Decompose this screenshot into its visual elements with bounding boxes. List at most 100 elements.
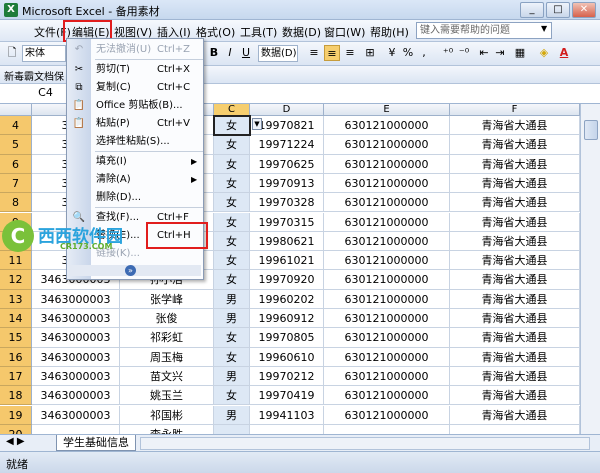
cell-c[interactable]: 女 [214,251,250,271]
cell-e[interactable]: 630121000000 [324,173,450,194]
menu-window[interactable]: 窗口(W) [324,24,365,40]
cell-c[interactable]: 女 [214,347,250,367]
comma-button[interactable]: , [416,45,432,61]
column-header-f[interactable]: F [450,104,580,116]
cell-e[interactable]: 630121000000 [324,289,450,309]
cell-c[interactable]: 女 [214,386,250,406]
cell-f[interactable]: 青海省大通县 [450,193,580,213]
cell-d[interactable]: 19970805 [250,328,324,348]
menu-tools[interactable]: 工具(T) [240,24,277,40]
column-header-e[interactable]: E [324,104,450,116]
row-header[interactable]: 20 [0,424,32,434]
horizontal-scrollbar[interactable] [140,437,590,450]
cell-e[interactable]: 630121000000 [324,328,450,348]
cell-f[interactable]: 青海省大通县 [450,173,580,194]
cell-c[interactable]: 男 [214,309,250,329]
align-left-icon[interactable]: ≡ [306,45,322,61]
italic-button[interactable]: I [222,45,238,61]
menu-item-clear[interactable]: 清除(A) ▶ [67,171,203,189]
align-right-icon[interactable]: ≡ [342,45,358,61]
cell-c[interactable]: 女 [214,212,250,232]
help-search-input[interactable]: 键入需要帮助的问题 [416,22,552,39]
new-doc-icon[interactable]: 🗋 [4,45,20,61]
cell-c[interactable]: 女 [214,231,250,252]
row-header[interactable]: 14 [0,309,32,329]
cell-b[interactable]: 李永胜 [120,424,214,434]
align-center-icon[interactable]: ≡ [324,45,340,61]
cell-e[interactable]: 630121000000 [324,251,450,271]
cell-f[interactable]: 青海省大通县 [450,231,580,252]
row-header[interactable]: 7 [0,173,32,194]
cell-c[interactable]: 男 [214,366,250,387]
cell-d[interactable] [250,424,324,434]
currency-icon[interactable]: ¥ [384,45,400,61]
cell-a[interactable]: 3463000003 [32,405,120,425]
cell-f[interactable]: 青海省大通县 [450,386,580,406]
cell-e[interactable]: 630121000000 [324,231,450,252]
menu-item-copy[interactable]: ⧉ 复制(C) Ctrl+C [67,79,203,97]
minimize-button[interactable]: _ [520,2,544,18]
menu-item-undo[interactable]: ↶ 无法撤消(U) Ctrl+Z [67,41,203,59]
cell-b[interactable]: 周玉梅 [120,347,214,367]
cell-d[interactable]: 19941103 [250,405,324,425]
cell-b[interactable]: 张学峰 [120,289,214,309]
cell-a[interactable]: 3463000003 [32,309,120,329]
row-header[interactable]: 4 [0,116,32,136]
sheet-nav-arrows[interactable]: ◀ ▶ [6,436,25,447]
cell-d[interactable]: 19971224 [250,135,324,155]
row-header[interactable]: 18 [0,386,32,406]
cell-e[interactable]: 630121000000 [324,405,450,425]
indent-icon[interactable]: ⇤ [476,45,492,61]
cell-e[interactable]: 630121000000 [324,116,450,136]
cell-d[interactable]: 19970212 [250,366,324,387]
cell-e[interactable]: 630121000000 [324,193,450,213]
row-header[interactable]: 13 [0,289,32,309]
row-header[interactable]: 12 [0,270,32,290]
cell-c[interactable] [214,424,250,434]
cell-f[interactable]: 青海省大通县 [450,251,580,271]
cell-c[interactable]: 女 [214,328,250,348]
menu-data[interactable]: 数据(D) [282,24,321,40]
row-header[interactable]: 19 [0,405,32,425]
increase-decimal-icon[interactable]: ⁺⁰ [440,45,456,61]
outdent-icon[interactable]: ⇥ [492,45,508,61]
cell-a[interactable]: 3463000003 [32,347,120,367]
merge-center-icon[interactable]: ⊞ [362,45,378,61]
cell-e[interactable]: 630121000000 [324,270,450,290]
cell-d[interactable]: 19961021 [250,251,324,271]
cell-e[interactable] [324,424,450,434]
cell-d[interactable]: 19960202 [250,289,324,309]
cell-f[interactable]: 青海省大通县 [450,135,580,155]
row-header[interactable]: 17 [0,366,32,387]
cell-f[interactable]: 青海省大通县 [450,270,580,290]
row-header[interactable]: 6 [0,154,32,174]
bold-button[interactable]: B [206,45,222,61]
row-header[interactable]: 15 [0,328,32,348]
column-header-d[interactable]: D [250,104,324,116]
cell-d[interactable]: 19970625 [250,154,324,174]
menu-item-cut[interactable]: ✂ 剪切(T) Ctrl+X [67,61,203,79]
expand-chevrons-icon[interactable]: » [125,265,136,276]
cell-f[interactable]: 青海省大通县 [450,289,580,309]
cell-f[interactable]: 青海省大通县 [450,328,580,348]
cell-c[interactable]: 女 [214,135,250,155]
select-all-corner[interactable] [0,104,32,116]
vertical-scrollbar[interactable] [580,104,600,434]
sheet-tab-student-info[interactable]: 学生基础信息 [56,435,136,451]
menu-item-paste-special[interactable]: 选择性粘贴(S)... [67,133,203,151]
menu-item-office-clipboard[interactable]: 📋 Office 剪贴板(B)... [67,97,203,115]
cell-e[interactable]: 630121000000 [324,366,450,387]
cell-b[interactable]: 祁彩虹 [120,328,214,348]
cell-b[interactable]: 姚玉兰 [120,386,214,406]
cell-f[interactable]: 青海省大通县 [450,116,580,136]
cell-a[interactable]: 3463000003 [32,366,120,387]
row-header[interactable]: 5 [0,135,32,155]
menu-item-paste[interactable]: 📋 粘贴(P) Ctrl+V [67,115,203,133]
font-color-icon[interactable]: A [556,45,572,61]
cell-c[interactable]: 男 [214,405,250,425]
cell-c[interactable]: 女 [214,154,250,174]
cell-c[interactable]: 女 [214,193,250,213]
cell-d[interactable]: 19960912 [250,309,324,329]
cell-d[interactable]: 19970315 [250,212,324,232]
cell-e[interactable]: 630121000000 [324,212,450,232]
